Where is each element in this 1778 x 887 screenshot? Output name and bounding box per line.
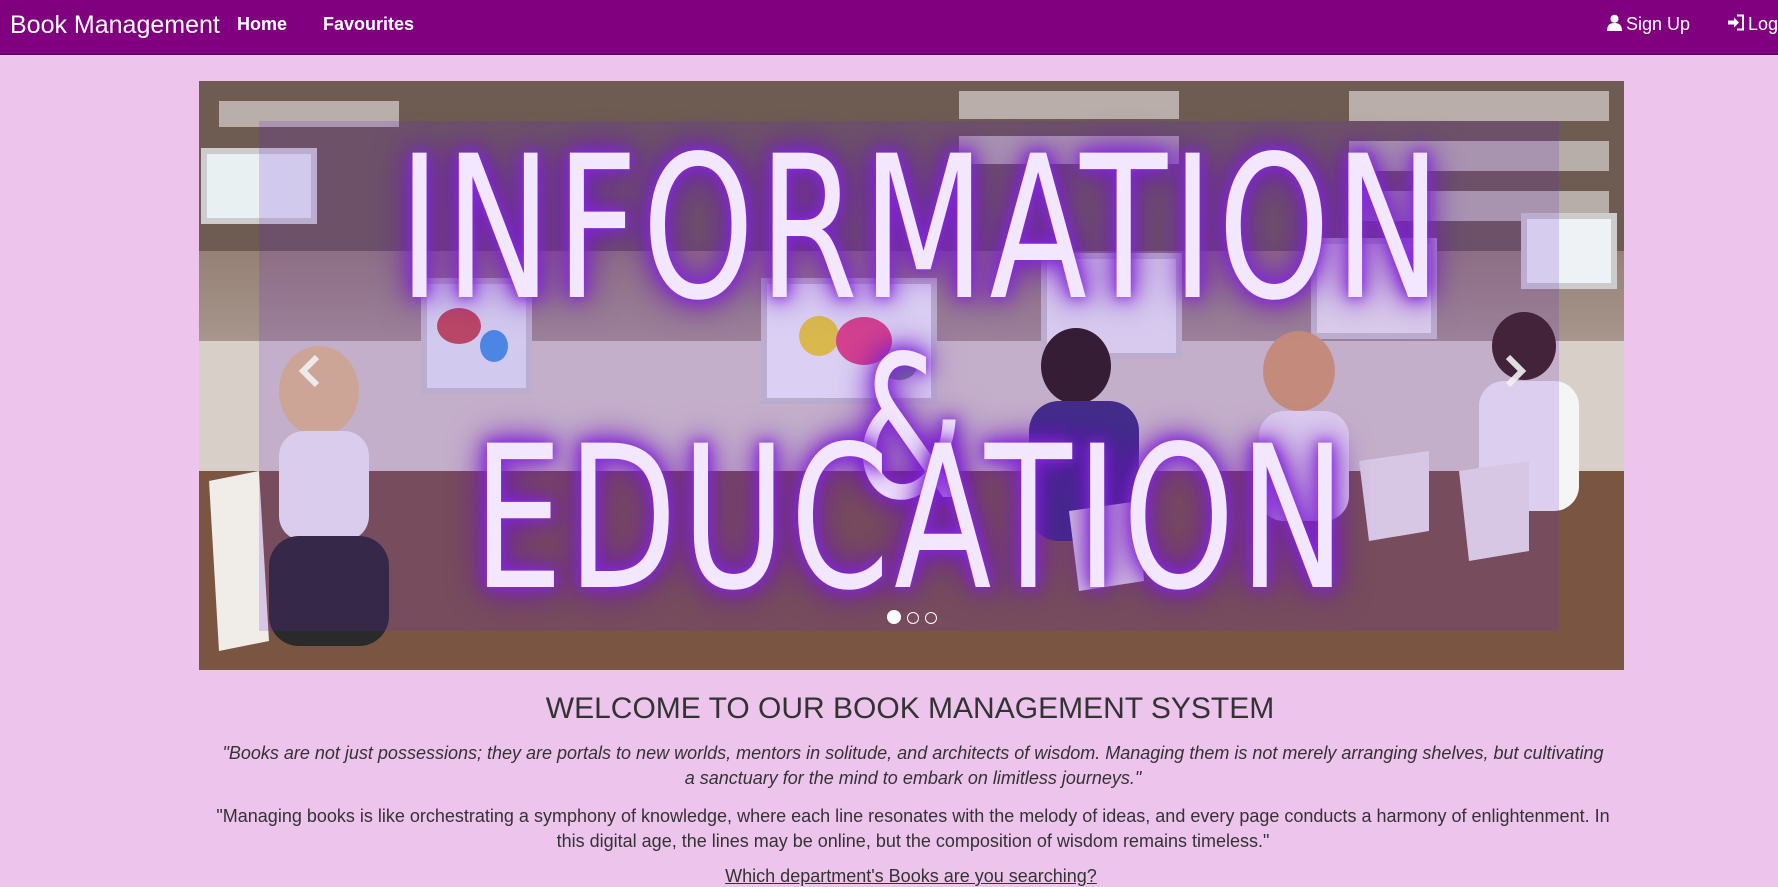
login-label: Login [1748,14,1778,34]
carousel-indicators [199,610,1624,624]
login-icon [1728,14,1744,31]
quote-plain: "Managing books is like orchestrating a … [216,806,1610,851]
welcome-heading: WELCOME TO OUR BOOK MANAGEMENT SYSTEM [545,692,1275,725]
brand-link[interactable]: Book Management [10,11,220,40]
nav-favourites[interactable]: Favourites [323,14,414,35]
login-link[interactable]: Login [1727,14,1778,35]
carousel-indicator-1[interactable] [886,610,901,624]
quote-italic: "Books are not just possessions; they ar… [222,743,1604,788]
chevron-left-icon [298,354,320,388]
chevron-right-icon [1505,354,1527,388]
signup-label: Sign Up [1626,14,1691,34]
user-icon [1607,14,1622,31]
navbar: Book Management Home Favourites Sign Up … [0,0,1778,55]
carousel-next-button[interactable] [1494,351,1534,391]
carousel-indicator-3[interactable] [924,612,937,624]
nav-home[interactable]: Home [237,14,287,35]
carousel-prev-button[interactable] [291,351,331,391]
hero-headline-line2: EDUCATION [472,403,1351,634]
hero-carousel: INFORMATION & EDUCATION [199,81,1624,670]
signup-link[interactable]: Sign Up [1606,14,1690,35]
carousel-indicator-2[interactable] [906,612,919,624]
department-search-link[interactable]: Which department's Books are you searchi… [0,866,1778,887]
